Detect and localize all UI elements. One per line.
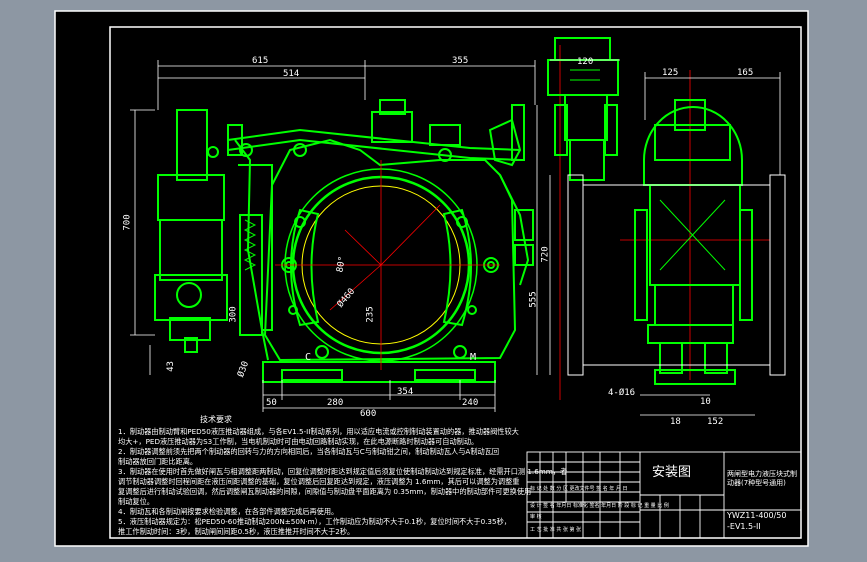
dim-10: 10	[700, 397, 711, 407]
notes-line-6: 调节制动器调整时回程间距在液压间距调整的基础，复位调整后回复距达到规定，液压调整…	[118, 477, 520, 486]
dim-354: 354	[397, 387, 414, 397]
notes-line-9: 4．制动瓦和各制动闸按要求检验调整，在各部件调整完成后再使用。	[118, 507, 339, 516]
drawing-description: 两闸型电力液压块式制动器(7种型号通用)	[727, 470, 797, 488]
model-number-suffix: -EV1.5-II	[727, 522, 761, 531]
dim-43: 43	[165, 361, 176, 372]
dim-240: 240	[462, 398, 479, 408]
dim-700: 700	[122, 214, 133, 231]
notes-line-3: 2．制动器调整前须先把两个制动器的回转与力的方向相同后，当各制动瓦与C与制动钳之…	[118, 447, 500, 456]
dim-18: 18	[670, 417, 681, 427]
dim-555: 555	[528, 291, 539, 308]
dim-720: 720	[540, 246, 551, 263]
dim-165: 165	[737, 68, 754, 78]
notes-line-10: 5．液压制动器规定为：松PED50-60推动制动200N±50N·m），工作制动…	[118, 517, 511, 526]
drawing-name: 安装图	[652, 465, 692, 480]
dim-280: 280	[327, 398, 344, 408]
notes-line-2: 均大+，PED液压推动器为S3工作制，当电机制动时可由电动回路制动实现，在此电源…	[118, 437, 479, 446]
dim-152: 152	[707, 417, 724, 427]
notes-line-11: 推工作制动时间：3秒，制动闸间间距0.5秒，液压推推开时间不大于2秒。	[118, 527, 355, 536]
title-block-row-1: 标 记 处 数 分 区 更改文件号 签 名 年 月 日	[530, 486, 628, 492]
dim-355: 355	[452, 56, 469, 66]
dim-120: 120	[577, 57, 594, 67]
notes-line-1: 1．制动器由制动臂和PED50液压推动器组成，与各EV1.5-II制动系列，用以…	[118, 427, 519, 436]
model-number: YWZ11-400/50	[727, 511, 787, 520]
dim-125: 125	[662, 68, 679, 78]
notes-line-5: 3．制动器在使用时首先做好闸瓦与相调整距两制动，回复位调整时距达到规定值后须复位…	[118, 467, 568, 476]
dim-holes: 4-Ø16	[608, 388, 636, 398]
title-block-row-3: 审 核	[530, 514, 542, 520]
dim-300: 300	[228, 306, 239, 323]
title-block-row-4: 工 艺 批 准 共 张 第 张	[530, 527, 582, 533]
dim-235: 235	[365, 306, 376, 323]
notes-line-7: 复调整后进行制动试验回调，然后调整闸瓦制动器的间隙，间隙值与制动盘平面距离为 0…	[118, 487, 532, 496]
label-c: C	[305, 352, 312, 363]
notes-line-4: 制动器放回门距比距离。	[118, 457, 198, 466]
notes-line-8: 制动复位。	[118, 497, 154, 506]
dim-50: 50	[266, 398, 277, 408]
label-m: M	[470, 352, 477, 363]
dim-514: 514	[283, 69, 300, 79]
dim-615: 615	[252, 56, 269, 66]
notes-title: 技术要求	[200, 415, 232, 424]
dim-600: 600	[360, 409, 377, 419]
title-block-row-2: 设 计 签 名 年月日 标准化 签名 年月日 阶 段 标 记 重 量 比 例	[530, 503, 669, 509]
